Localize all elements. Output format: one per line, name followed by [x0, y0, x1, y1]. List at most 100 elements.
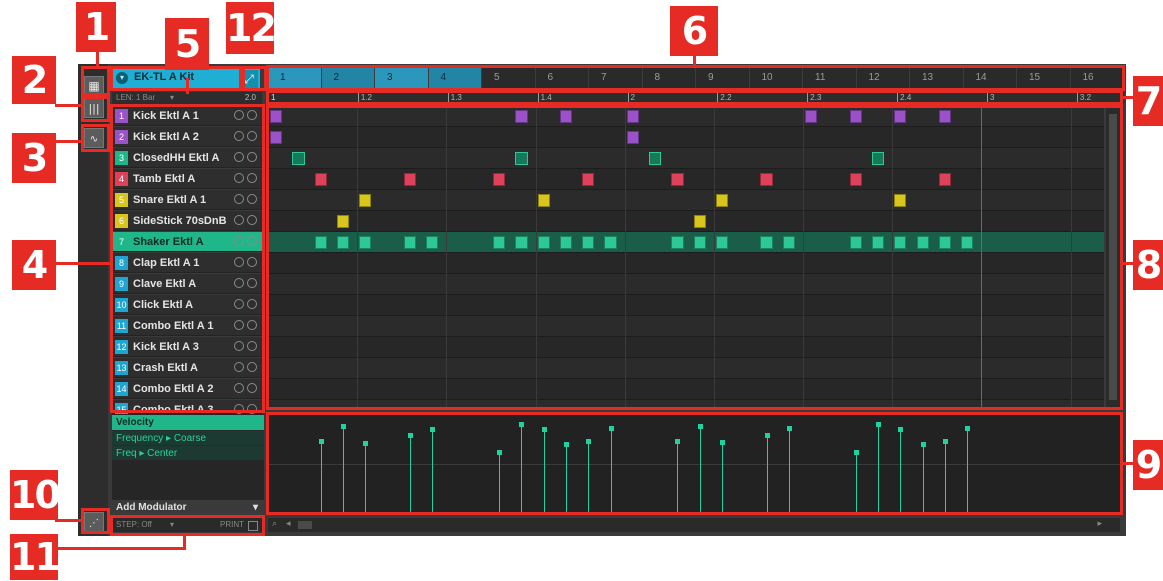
pattern-slot[interactable]: 1 [268, 67, 322, 89]
note-event[interactable] [760, 236, 773, 249]
sound-slot[interactable]: 4 Tamb Ektl A [112, 169, 262, 189]
note-event[interactable] [849, 173, 862, 186]
note-event[interactable] [938, 110, 952, 123]
note-event[interactable] [671, 236, 684, 249]
grid-lane[interactable] [268, 253, 1104, 274]
velocity-stem[interactable] [942, 439, 948, 512]
note-event[interactable] [648, 152, 662, 165]
arranger-toggle-button[interactable]: ⤢ [240, 70, 258, 88]
note-event[interactable] [894, 110, 907, 123]
pattern-slot[interactable]: 10 [750, 67, 803, 89]
velocity-stem[interactable] [898, 427, 904, 512]
volume-knob-icon[interactable] [234, 362, 244, 372]
velocity-stem[interactable] [363, 441, 369, 512]
note-event[interactable] [693, 215, 706, 228]
volume-knob-icon[interactable] [234, 110, 244, 120]
sound-slot[interactable]: 12 Kick Ektl A 3 [112, 337, 262, 357]
sound-slot[interactable]: 7 Shaker Ektl A [112, 232, 262, 252]
pattern-slot[interactable]: 13 [910, 67, 964, 89]
pan-knob-icon[interactable] [247, 299, 257, 309]
pan-knob-icon[interactable] [247, 173, 257, 183]
velocity-stem[interactable] [965, 426, 971, 512]
grid-lane[interactable] [268, 211, 1104, 232]
velocity-stem[interactable] [586, 439, 592, 512]
velocity-stem[interactable] [675, 439, 681, 512]
grid-lane[interactable] [268, 295, 1104, 316]
grid-lane[interactable] [268, 106, 1104, 127]
pan-knob-icon[interactable] [247, 341, 257, 351]
note-event[interactable] [938, 236, 952, 249]
velocity-stem[interactable] [920, 442, 926, 512]
pattern-slot[interactable]: 7 [589, 67, 643, 89]
grid-lane[interactable] [268, 274, 1104, 295]
note-event[interactable] [715, 236, 729, 249]
grid-lane[interactable] [268, 148, 1104, 169]
note-event[interactable] [693, 236, 706, 249]
volume-knob-icon[interactable] [234, 404, 244, 414]
pattern-slot[interactable]: 4 [428, 67, 482, 89]
pad-view-button[interactable]: ▦ [84, 76, 104, 96]
scroll-thumb[interactable] [298, 521, 312, 529]
vertical-scrollbar[interactable] [1106, 106, 1120, 408]
pattern-slot[interactable]: 8 [643, 67, 696, 89]
note-event[interactable] [604, 236, 617, 249]
volume-knob-icon[interactable] [234, 152, 244, 162]
dropdown-icon[interactable]: ▾ [116, 72, 128, 84]
note-event[interactable] [871, 236, 885, 249]
note-event[interactable] [270, 110, 283, 123]
volume-knob-icon[interactable] [234, 257, 244, 267]
pan-knob-icon[interactable] [247, 194, 257, 204]
note-event[interactable] [292, 152, 305, 165]
velocity-stem[interactable] [853, 450, 859, 512]
pan-knob-icon[interactable] [247, 236, 257, 246]
timeline-ruler[interactable]: 1 1.2 1.3 1.4 2 2.2 2.3 2.4 3 3.2 [268, 92, 1124, 104]
pan-knob-icon[interactable] [247, 383, 257, 393]
step-grid[interactable] [268, 106, 1104, 408]
sound-slot[interactable]: 9 Clave Ektl A [112, 274, 262, 294]
modulator-item[interactable]: Velocity [112, 415, 264, 430]
modulator-item[interactable]: Frequency ▸ Coarse [112, 430, 264, 445]
note-event[interactable] [492, 236, 506, 249]
note-event[interactable] [894, 194, 907, 207]
pan-knob-icon[interactable] [247, 404, 257, 414]
pattern-slot[interactable]: 3 [375, 67, 429, 89]
velocity-stem[interactable] [720, 440, 725, 512]
volume-knob-icon[interactable] [234, 236, 244, 246]
velocity-stem[interactable] [563, 442, 569, 512]
sound-slot[interactable]: 2 Kick Ektl A 2 [112, 127, 262, 147]
note-event[interactable] [671, 173, 684, 186]
note-event[interactable] [559, 110, 573, 123]
note-event[interactable] [938, 173, 952, 186]
note-event[interactable] [492, 173, 506, 186]
note-event[interactable] [894, 236, 907, 249]
pattern-slot[interactable]: 14 [964, 67, 1017, 89]
velocity-stem[interactable] [876, 422, 882, 512]
note-event[interactable] [626, 131, 639, 144]
pattern-slot[interactable]: 16 [1071, 67, 1124, 89]
scroll-right-icon[interactable]: ▸ [1097, 519, 1102, 529]
pan-knob-icon[interactable] [247, 215, 257, 225]
note-event[interactable] [403, 173, 417, 186]
velocity-stem[interactable] [541, 427, 547, 512]
note-event[interactable] [537, 236, 550, 249]
velocity-stem[interactable] [608, 426, 614, 512]
volume-knob-icon[interactable] [234, 341, 244, 351]
grid-lane[interactable] [268, 190, 1104, 211]
sound-slot[interactable]: 13 Crash Ektl A [112, 358, 262, 378]
horizontal-scrollbar[interactable]: ⌕ ◂ ▸ [268, 518, 1120, 532]
note-event[interactable] [270, 131, 283, 144]
sample-view-button[interactable]: ∿ [84, 128, 104, 148]
note-event[interactable] [916, 236, 929, 249]
volume-knob-icon[interactable] [234, 215, 244, 225]
volume-knob-icon[interactable] [234, 173, 244, 183]
pattern-slot[interactable]: 11 [803, 67, 857, 89]
velocity-stem[interactable] [697, 424, 703, 512]
modulator-item[interactable]: Freq ▸ Center [112, 445, 264, 460]
note-event[interactable] [626, 110, 639, 123]
scroll-left-icon[interactable]: ◂ [286, 519, 291, 529]
note-event[interactable] [871, 152, 885, 165]
grid-lane[interactable] [268, 358, 1104, 379]
velocity-lane[interactable] [268, 414, 1120, 512]
sound-slot[interactable]: 5 Snare Ektl A 1 [112, 190, 262, 210]
pattern-slot[interactable]: 9 [696, 67, 750, 89]
